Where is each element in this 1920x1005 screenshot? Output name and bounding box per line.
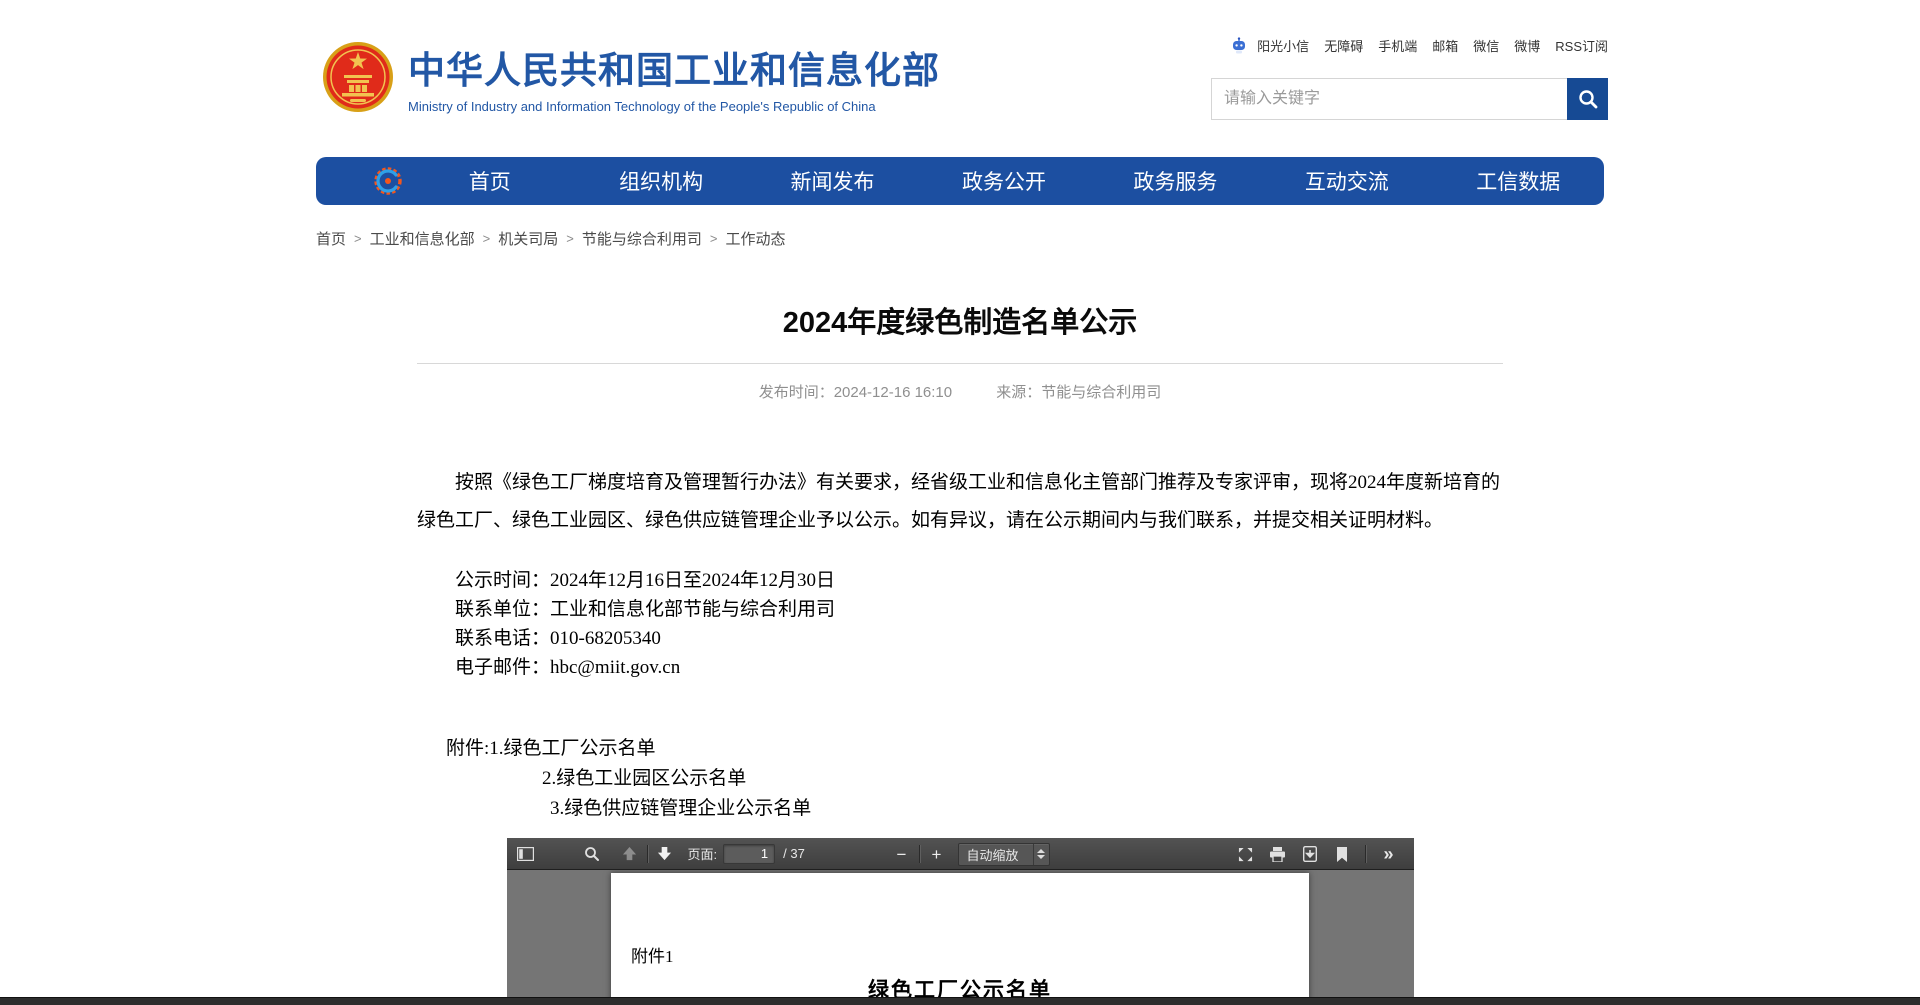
- print-icon: [1269, 847, 1286, 862]
- pdf-page: 附件1 绿色工厂公示名单 序号 地区 工厂名称 1: [611, 873, 1309, 1005]
- zoom-out-button[interactable]: −: [889, 841, 915, 867]
- nav-item-home[interactable]: 首页: [404, 166, 575, 196]
- presentation-mode-button[interactable]: [1233, 841, 1259, 867]
- article-source: 来源：节能与综合利用司: [996, 384, 1161, 401]
- search-bar: [1211, 78, 1608, 120]
- search-input[interactable]: [1211, 78, 1567, 120]
- print-button[interactable]: [1265, 841, 1291, 867]
- zoom-select-value: 自动缩放: [959, 845, 1033, 864]
- pdf-content-area[interactable]: 附件1 绿色工厂公示名单 序号 地区 工厂名称 1: [507, 870, 1414, 1005]
- page-number-input[interactable]: [723, 844, 775, 864]
- zoom-in-icon: +: [932, 846, 942, 863]
- toplink-sunshine[interactable]: 阳光小信: [1257, 36, 1309, 55]
- page-down-icon: [657, 846, 672, 861]
- publish-time: 发布时间：2024-12-16 16:10: [759, 384, 952, 401]
- national-emblem-icon: [322, 41, 394, 113]
- zoom-select-arrows-icon: [1033, 844, 1049, 865]
- search-button[interactable]: [1567, 78, 1608, 120]
- nav-item-organization[interactable]: 组织机构: [575, 166, 746, 196]
- article-paragraph: 按照《绿色工厂梯度培育及管理暂行办法》有关要求，经省级工业和信息化主管部门推荐及…: [417, 464, 1503, 540]
- article-meta: 发布时间：2024-12-16 16:10 来源：节能与综合利用司: [417, 381, 1503, 402]
- toplink-rss[interactable]: RSS订阅: [1555, 36, 1608, 55]
- title-divider: [417, 363, 1503, 364]
- attachment-link-3[interactable]: 3.绿色供应链管理企业公示名单: [417, 794, 1503, 824]
- search-icon: [1577, 88, 1599, 110]
- nav-item-gov-services[interactable]: 政务服务: [1090, 166, 1261, 196]
- bottom-edge-strip: [0, 997, 1920, 1005]
- chatbot-icon: [1230, 37, 1248, 55]
- zoom-select[interactable]: 自动缩放: [958, 843, 1050, 866]
- breadcrumb-home[interactable]: 首页: [316, 228, 346, 249]
- site-subtitle: Ministry of Industry and Information Tec…: [408, 99, 940, 114]
- presentation-mode-icon: [1238, 847, 1253, 862]
- page-up-icon: [622, 846, 637, 861]
- breadcrumb-energy-dept[interactable]: 节能与综合利用司: [582, 228, 702, 249]
- contact-unit: 联系单位：工业和信息化部节能与综合利用司: [417, 595, 1503, 624]
- pdf-toolbar-right: »: [1233, 838, 1402, 870]
- toolbar-divider: [919, 845, 920, 863]
- topbar-links: 阳光小信 无障碍 手机端 邮箱 微信 微博 RSS订阅: [1230, 36, 1608, 55]
- toggle-sidebar-button[interactable]: [513, 841, 539, 867]
- nav-item-news[interactable]: 新闻发布: [747, 166, 918, 196]
- toolbar-divider: [647, 845, 648, 863]
- nav-item-interaction[interactable]: 互动交流: [1261, 166, 1432, 196]
- find-icon: [584, 846, 600, 862]
- nav-item-gov-disclosure[interactable]: 政务公开: [918, 166, 1089, 196]
- nav-item-data[interactable]: 工信数据: [1433, 166, 1604, 196]
- breadcrumb-separator: >: [710, 231, 718, 246]
- breadcrumb-separator: >: [483, 231, 491, 246]
- page: 中华人民共和国工业和信息化部 Ministry of Industry and …: [0, 0, 1920, 1005]
- toggle-sidebar-icon: [517, 847, 534, 861]
- page-total: / 37: [783, 846, 805, 861]
- toplink-mobile[interactable]: 手机端: [1378, 36, 1417, 55]
- breadcrumb-separator: >: [566, 231, 574, 246]
- bookmark-icon: [1336, 847, 1348, 862]
- contact-phone: 联系电话：010-68205340: [417, 624, 1503, 653]
- breadcrumb-miit[interactable]: 工业和信息化部: [370, 228, 475, 249]
- site-header: 中华人民共和国工业和信息化部 Ministry of Industry and …: [0, 0, 1920, 157]
- more-tools-icon: »: [1383, 844, 1393, 865]
- toplink-accessibility[interactable]: 无障碍: [1324, 36, 1363, 55]
- page-down-button[interactable]: [652, 841, 678, 867]
- toplink-wechat[interactable]: 微信: [1473, 36, 1499, 55]
- breadcrumb-work-updates[interactable]: 工作动态: [725, 228, 785, 249]
- toolbar-divider: [1365, 845, 1366, 863]
- article: 2024年度绿色制造名单公示 发布时间：2024-12-16 16:10 来源：…: [417, 299, 1503, 1005]
- breadcrumb-departments[interactable]: 机关司局: [498, 228, 558, 249]
- page-label: 页面:: [688, 844, 718, 863]
- miit-logo-icon: [372, 165, 404, 197]
- pdf-viewer: 页面: / 37 − + 自动缩放: [507, 838, 1414, 1005]
- download-button[interactable]: [1297, 841, 1323, 867]
- main-nav: 首页 组织机构 新闻发布 政务公开 政务服务 互动交流 工信数据: [316, 157, 1604, 205]
- article-title: 2024年度绿色制造名单公示: [417, 299, 1503, 341]
- zoom-controls: − + 自动缩放: [889, 838, 1050, 870]
- pdf-find-button[interactable]: [579, 841, 605, 867]
- article-body: 按照《绿色工厂梯度培育及管理暂行办法》有关要求，经省级工业和信息化主管部门推荐及…: [417, 464, 1503, 824]
- attachment-link-2[interactable]: 2.绿色工业园区公示名单: [417, 764, 1503, 794]
- attachment-link-1[interactable]: 附件:1.绿色工厂公示名单: [417, 734, 1503, 764]
- zoom-out-icon: −: [897, 846, 907, 863]
- toplink-mail[interactable]: 邮箱: [1432, 36, 1458, 55]
- pdf-attachment-label: 附件1: [611, 873, 1309, 967]
- bookmark-button[interactable]: [1329, 841, 1355, 867]
- site-brand: 中华人民共和国工业和信息化部 Ministry of Industry and …: [322, 40, 940, 114]
- site-title: 中华人民共和国工业和信息化部: [408, 40, 940, 94]
- download-icon: [1303, 846, 1317, 862]
- contact-email: 电子邮件：hbc@miit.gov.cn: [417, 653, 1503, 682]
- toplink-weibo[interactable]: 微博: [1514, 36, 1540, 55]
- publicity-period: 公示时间：2024年12月16日至2024年12月30日: [417, 566, 1503, 595]
- page-up-button[interactable]: [617, 841, 643, 867]
- contact-block: 公示时间：2024年12月16日至2024年12月30日 联系单位：工业和信息化…: [417, 566, 1503, 682]
- nav-items: 首页 组织机构 新闻发布 政务公开 政务服务 互动交流 工信数据: [404, 166, 1604, 196]
- breadcrumb-separator: >: [354, 231, 362, 246]
- zoom-in-button[interactable]: +: [924, 841, 950, 867]
- pdf-toolbar: 页面: / 37 − + 自动缩放: [507, 838, 1414, 870]
- attachments-block: 附件:1.绿色工厂公示名单 2.绿色工业园区公示名单 3.绿色供应链管理企业公示…: [417, 734, 1503, 824]
- brand-text: 中华人民共和国工业和信息化部 Ministry of Industry and …: [408, 40, 940, 114]
- more-tools-button[interactable]: »: [1376, 841, 1402, 867]
- breadcrumb: 首页 > 工业和信息化部 > 机关司局 > 节能与综合利用司 > 工作动态: [316, 205, 1604, 249]
